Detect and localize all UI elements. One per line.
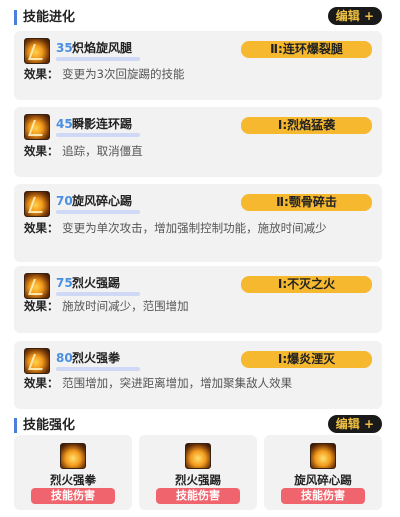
name-underline (56, 367, 140, 371)
enhancement-edit-button[interactable]: 编辑 + (327, 415, 382, 433)
enhancement-card: 烈火强拳 技能伤害 (14, 435, 132, 510)
enhancement-name: 旋风碎心踢 (294, 473, 352, 487)
skill-level: 70 (56, 194, 73, 208)
skill-effect: 效果： 追踪，取消僵直 (24, 143, 374, 160)
enhancement-tag: 技能伤害 (31, 488, 115, 504)
fire-kick-icon (24, 38, 50, 64)
enhancement-tag: 技能伤害 (156, 488, 240, 504)
evolution-edit-button[interactable]: 编辑 + (327, 7, 382, 25)
skill-card: 70 旋风碎心踢 Ⅱ:颚骨碎击 效果： 变更为单次攻击，增加强制控制功能，施放时… (14, 184, 382, 262)
name-underline (56, 292, 140, 296)
evolution-badge: Ⅰ:爆炎湮灭 (241, 351, 372, 368)
effect-text: 变更为3次回旋踢的技能 (62, 67, 185, 81)
flame-kick-icon (24, 273, 50, 299)
skill-name: 瞬影连环踢 (72, 117, 133, 131)
evolution-badge: Ⅱ:连环爆裂腿 (241, 41, 372, 58)
evolution-badge: Ⅰ:不灭之火 (241, 276, 372, 293)
effect-label: 效果： (24, 221, 59, 235)
flame-fist-icon (60, 443, 86, 469)
skill-level: 45 (56, 117, 73, 131)
section-accent-bar (14, 418, 17, 433)
flame-kick-icon (185, 443, 211, 469)
skill-level: 75 (56, 276, 73, 290)
whirlwind-kick-icon (24, 191, 50, 217)
name-underline (56, 57, 140, 61)
name-underline (56, 133, 140, 137)
skill-effect: 效果： 范围增加，突进距离增加，增加聚集敌人效果 (24, 375, 374, 392)
skill-name: 烈火强踢 (72, 276, 121, 290)
effect-text: 范围增加，突进距离增加，增加聚集敌人效果 (62, 376, 293, 390)
skill-card: 75 烈火强踢 Ⅰ:不灭之火 效果： 施放时间减少，范围增加 (14, 266, 382, 333)
enhancement-section-title: 技能强化 (23, 418, 76, 433)
skill-effect: 效果： 变更为单次攻击，增加强制控制功能，施放时间减少 (24, 220, 374, 237)
section-accent-bar (14, 10, 17, 25)
skill-level: 80 (56, 351, 73, 365)
skill-effect: 效果： 变更为3次回旋踢的技能 (24, 66, 374, 83)
skill-name: 烈火强拳 (72, 351, 121, 365)
skill-card: 80 烈火强拳 Ⅰ:爆炎湮灭 效果： 范围增加，突进距离增加，增加聚集敌人效果 (14, 341, 382, 409)
skill-card: 35 炽焰旋风腿 Ⅱ:连环爆裂腿 效果： 变更为3次回旋踢的技能 (14, 31, 382, 100)
whirlwind-kick-icon (310, 443, 336, 469)
effect-text: 追踪，取消僵直 (62, 144, 143, 158)
effect-label: 效果： (24, 67, 59, 81)
enhancement-card: 烈火强踢 技能伤害 (139, 435, 257, 510)
skill-name: 旋风碎心踢 (72, 194, 133, 208)
skill-card: 45 瞬影连环踢 Ⅰ:烈焰猛袭 效果： 追踪，取消僵直 (14, 107, 382, 177)
effect-text: 施放时间减少，范围增加 (62, 299, 189, 313)
skill-level: 35 (56, 41, 73, 55)
effect-label: 效果： (24, 144, 59, 158)
evolution-badge: Ⅱ:颚骨碎击 (241, 194, 372, 211)
effect-label: 效果： (24, 376, 59, 390)
effect-text: 变更为单次攻击，增加强制控制功能，施放时间减少 (62, 221, 327, 235)
evolution-section-header: 技能进化 编辑 + (0, 6, 400, 30)
skill-effect: 效果： 施放时间减少，范围增加 (24, 298, 374, 315)
enhancement-tag: 技能伤害 (281, 488, 365, 504)
evolution-badge: Ⅰ:烈焰猛袭 (241, 117, 372, 134)
shadow-kick-icon (24, 114, 50, 140)
enhancement-card: 旋风碎心踢 技能伤害 (264, 435, 382, 510)
skill-name: 炽焰旋风腿 (72, 41, 133, 55)
enhancement-name: 烈火强拳 (50, 473, 96, 487)
name-underline (56, 210, 140, 214)
effect-label: 效果： (24, 299, 59, 313)
enhancement-name: 烈火强踢 (175, 473, 221, 487)
evolution-section-title: 技能进化 (23, 10, 76, 25)
flame-fist-icon (24, 348, 50, 374)
